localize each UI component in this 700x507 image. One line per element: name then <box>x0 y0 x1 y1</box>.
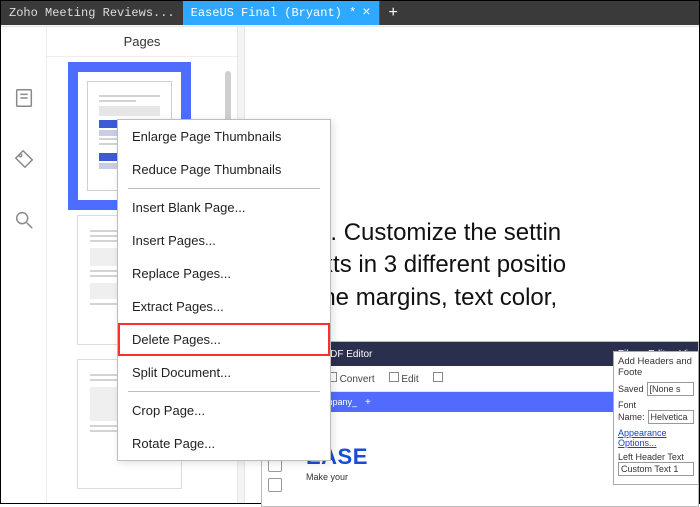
tab-label: Zoho Meeting Reviews... <box>9 6 175 20</box>
close-icon[interactable]: × <box>362 5 370 21</box>
menu-insert-blank[interactable]: Insert Blank Page... <box>118 191 330 224</box>
saved-label: Saved <box>618 384 644 394</box>
menu-split-document[interactable]: Split Document... <box>118 356 330 389</box>
menu-crop-page[interactable]: Crop Page... <box>118 394 330 427</box>
menu-separator <box>128 188 320 189</box>
tool-convert: Convert <box>327 372 375 385</box>
font-label: Font <box>618 400 694 410</box>
new-tab-button[interactable]: + <box>379 1 407 25</box>
menu-enlarge-thumbnails[interactable]: Enlarge Page Thumbnails <box>118 120 330 153</box>
menu-reduce-thumbnails[interactable]: Reduce Page Thumbnails <box>118 153 330 186</box>
tool-edit: Edit <box>389 372 419 385</box>
panel-header: Pages <box>47 27 237 57</box>
saved-select: [None s <box>647 382 694 396</box>
tool-more <box>433 372 443 385</box>
panel-title: Add Headers and Foote <box>618 356 694 378</box>
header-footer-panel: Add Headers and Foote Saved [None s Font… <box>613 351 699 485</box>
menu-separator <box>128 391 320 392</box>
tab-zoho[interactable]: Zoho Meeting Reviews... <box>1 1 183 25</box>
name-label: Name: <box>618 412 645 422</box>
appearance-link: Appearance Options... <box>618 428 694 448</box>
menu-rotate-page[interactable]: Rotate Page... <box>118 427 330 460</box>
left-header-input: Custom Text 1 <box>618 462 694 476</box>
more-icon <box>433 372 443 382</box>
font-name-select: Helvetica <box>648 410 694 424</box>
search-icon[interactable] <box>13 209 35 236</box>
menu-insert-pages[interactable]: Insert Pages... <box>118 224 330 257</box>
tab-label: EaseUS Final (Bryant) * <box>191 6 357 20</box>
tag-icon[interactable] <box>13 148 35 175</box>
menu-extract-pages[interactable]: Extract Pages... <box>118 290 330 323</box>
thumbnail-context-menu: Enlarge Page Thumbnails Reduce Page Thum… <box>117 119 331 461</box>
tab-add-icon: + <box>365 397 371 408</box>
tab-easeus[interactable]: EaseUS Final (Bryant) * × <box>183 1 379 25</box>
left-header-label: Left Header Text <box>618 452 694 462</box>
page-icon[interactable] <box>13 87 35 114</box>
side-tool-4-icon <box>268 478 282 492</box>
menu-delete-pages[interactable]: Delete Pages... <box>118 323 330 356</box>
menu-replace-pages[interactable]: Replace Pages... <box>118 257 330 290</box>
left-toolbar <box>1 27 47 503</box>
logo-tagline: Make your <box>306 472 348 482</box>
edit-icon <box>389 372 399 382</box>
